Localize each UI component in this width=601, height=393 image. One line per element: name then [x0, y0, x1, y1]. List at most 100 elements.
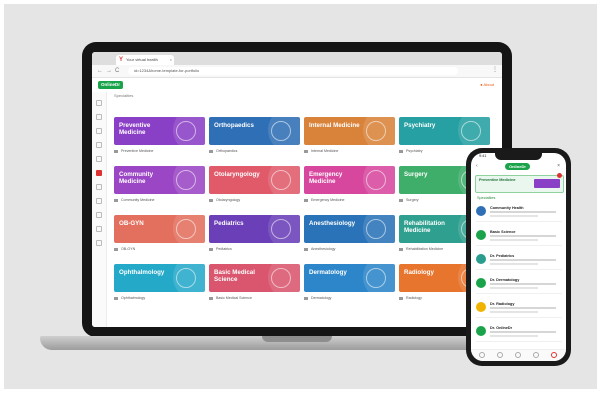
doctor-icon — [399, 247, 403, 251]
specialty-meta[interactable]: Ophthalmology — [114, 295, 205, 301]
list-item-subtitle — [490, 331, 556, 333]
specialty-name: Community Medicine — [119, 171, 154, 185]
specialty-tile[interactable]: Ophthalmology — [114, 264, 205, 292]
url-input[interactable]: id=1234&home-template-for-portfolio — [128, 67, 458, 75]
specialty-meta-text: Anesthesiology — [311, 247, 336, 251]
profile-icon[interactable] — [551, 352, 557, 358]
list-item-detail — [490, 311, 538, 313]
calendar-icon[interactable] — [515, 352, 521, 358]
specialty-meta-text: Radiology — [406, 296, 422, 300]
avatar-icon — [476, 326, 486, 336]
skin-icon — [366, 268, 386, 288]
specialty-meta[interactable]: Anesthesiology — [304, 246, 395, 252]
specialty-meta-text: Emergency Medicine — [311, 198, 345, 202]
tab-title: Your virtual health — [126, 57, 158, 62]
doctor-icon — [304, 296, 308, 300]
help-icon[interactable] — [96, 240, 102, 246]
home-icon[interactable] — [96, 100, 102, 106]
chat-icon[interactable] — [96, 156, 102, 162]
brand-logo[interactable]: OnlineDr — [98, 81, 124, 89]
specialty-tile[interactable]: Anesthesiology — [304, 215, 395, 243]
phone-header: ‹ OnlineDr × — [471, 162, 566, 172]
specialty-name: Anesthesiology — [309, 220, 356, 227]
specialty-meta[interactable]: Otolaryngology — [209, 197, 300, 203]
back-arrow-icon[interactable]: ← — [97, 67, 103, 75]
avatar-icon — [476, 278, 486, 288]
specialty-name: Rehabilitation Medicine — [404, 220, 445, 234]
phone-banner[interactable]: Preventive Medicine — [475, 173, 564, 193]
specialty-meta-text: Surgery — [406, 198, 419, 202]
specialty-name: Dermatology — [309, 269, 347, 276]
banner-thumbnail — [534, 179, 560, 188]
list-item[interactable]: Basic Science — [476, 227, 562, 246]
specialty-meta[interactable]: Orthopaedics — [209, 148, 300, 154]
lungs-icon — [366, 121, 386, 141]
search-icon[interactable] — [96, 114, 102, 120]
chat-icon[interactable] — [533, 352, 539, 358]
list-icon[interactable] — [96, 128, 102, 134]
specialty-tile[interactable]: Basic Medical Science — [209, 264, 300, 292]
search-icon[interactable] — [497, 352, 503, 358]
list-item-detail — [490, 335, 538, 337]
list-item[interactable]: Dr. Pediatrics — [476, 251, 562, 270]
doctor-icon — [304, 149, 308, 153]
specialty-tile[interactable]: OB-GYN — [114, 215, 205, 243]
list-item-title: Dr. Dermatology — [490, 278, 520, 282]
specialty-tile[interactable]: Pediatrics — [209, 215, 300, 243]
back-icon[interactable]: ‹ — [476, 163, 478, 169]
specialty-meta-text: Dermatology — [311, 296, 332, 300]
phone-time: 9:41 — [479, 154, 487, 158]
specialty-meta[interactable]: Preventive Medicine — [114, 148, 205, 154]
file-icon[interactable] — [96, 198, 102, 204]
doctor-icon — [399, 296, 403, 300]
specialty-meta-text: Rehabilitation Medicine — [406, 247, 444, 251]
community-icon — [176, 170, 196, 190]
specialty-tile[interactable]: Internal Medicine — [304, 117, 395, 145]
doctor-icon[interactable] — [96, 184, 102, 190]
alert-icon[interactable] — [96, 170, 102, 176]
list-item-subtitle — [490, 235, 556, 237]
specialty-meta[interactable]: Community Medicine — [114, 197, 205, 203]
syringe-icon — [366, 219, 386, 239]
close-icon[interactable]: × — [557, 163, 560, 169]
specialty-tile[interactable]: Dermatology — [304, 264, 395, 292]
specialty-tile[interactable]: Preventive Medicine — [114, 117, 205, 145]
specialty-tile[interactable]: Otolaryngology — [209, 166, 300, 194]
list-item[interactable]: Dr. OnlineDr — [476, 323, 562, 342]
forward-arrow-icon[interactable]: → — [106, 67, 112, 75]
specialty-meta-text: Preventive Medicine — [121, 149, 154, 153]
settings-icon[interactable] — [96, 226, 102, 232]
list-item-title: Basic Science — [490, 230, 516, 234]
specialty-meta-text: Otolaryngology — [216, 198, 241, 202]
specialty-meta[interactable]: Dermatology — [304, 295, 395, 301]
specialty-tile[interactable]: Community Medicine — [114, 166, 205, 194]
about-button[interactable]: ● About — [480, 81, 494, 89]
list-item[interactable]: Dr. Dermatology — [476, 275, 562, 294]
browser-tab[interactable]: Y Your virtual health × — [116, 55, 174, 65]
specialty-meta[interactable]: Emergency Medicine — [304, 197, 395, 203]
specialty-tile[interactable]: Psychiatry — [399, 117, 490, 145]
list-item[interactable]: Community Health — [476, 203, 562, 222]
menu-icon[interactable]: ⋮ — [492, 66, 498, 73]
app-header: OnlineDr ● About — [92, 78, 502, 92]
list-item-subtitle — [490, 259, 556, 261]
specialty-meta-text: Pediatrics — [216, 247, 232, 251]
home-icon[interactable] — [479, 352, 485, 358]
specialty-tile[interactable]: Emergency Medicine — [304, 166, 395, 194]
phone-notch — [495, 153, 542, 160]
specialty-meta[interactable]: Basic Medical Science — [209, 295, 300, 301]
calendar-icon[interactable] — [96, 142, 102, 148]
doctor-icon — [399, 149, 403, 153]
specialty-meta[interactable]: Pediatrics — [209, 246, 300, 252]
list-item[interactable]: Dr. Radiology — [476, 299, 562, 318]
specialty-meta[interactable]: OB-GYN — [114, 246, 205, 252]
doctor-icon — [304, 198, 308, 202]
phone-brand-logo[interactable]: OnlineDr — [505, 163, 530, 170]
user-icon[interactable] — [96, 212, 102, 218]
phone-section-label: Specialties — [477, 196, 496, 200]
close-icon[interactable]: × — [170, 55, 172, 65]
specialty-tile[interactable]: Orthopaedics — [209, 117, 300, 145]
reload-icon[interactable]: C — [115, 67, 119, 75]
specialty-meta[interactable]: Internal Medicine — [304, 148, 395, 154]
doctor-icon — [209, 149, 213, 153]
